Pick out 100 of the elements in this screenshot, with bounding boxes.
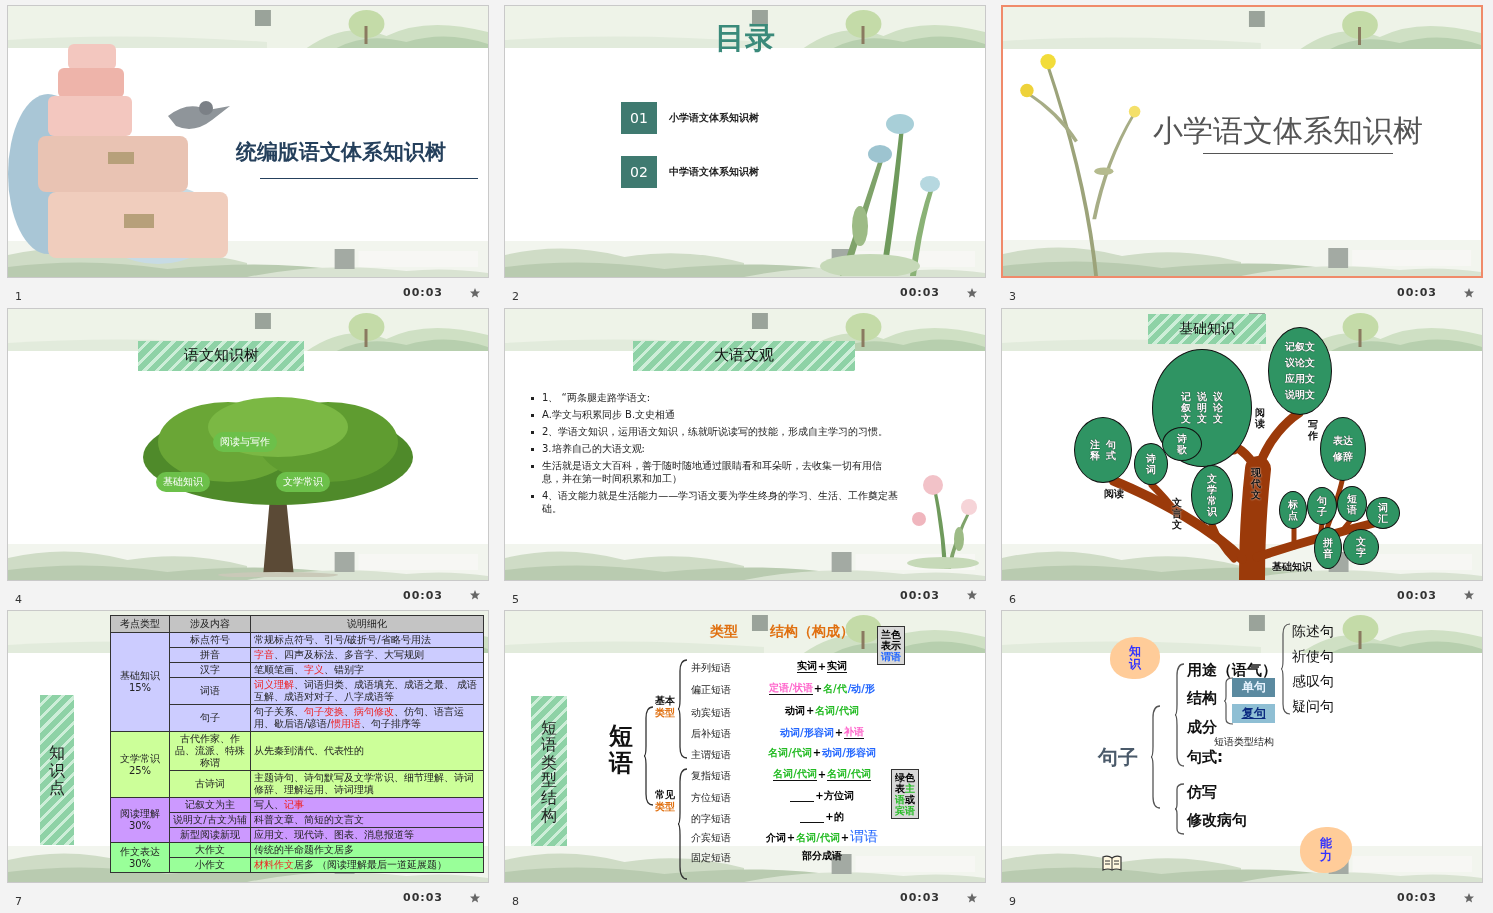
bullet-icon (531, 430, 534, 434)
star-icon[interactable] (469, 286, 481, 299)
structure-text: 动词/形容词 (822, 746, 876, 760)
structure-text: 名词/代词 (796, 831, 840, 845)
leaf-label: 记叙文 (1285, 339, 1315, 354)
contents-item: 小学语文体系知识树 (669, 111, 759, 125)
bullet-text: 2、学语文知识，运用语文知识，练就听说读写的技能，形成自主学习的习惯。 (542, 424, 889, 438)
branch-label: 用途（语气） (1187, 661, 1277, 681)
leaf-label: 说明文 (1197, 391, 1207, 425)
table-cell: 主题诗句、诗句默写及文学常识、细节理解、诗词修辞、理解运用、诗词理填 (250, 770, 484, 798)
phrase-type: 的字短语 (691, 812, 731, 827)
structure-text: + (805, 704, 815, 718)
structure-text: + (834, 726, 843, 740)
leaf-label: 词汇 (1378, 501, 1388, 524)
column-heading: 结构（构成） (770, 623, 854, 642)
leaf-label: 说明文 (1285, 387, 1315, 402)
slide-timing: 00:03 (1397, 286, 1437, 299)
slide-number: 2 (511, 289, 519, 303)
branch-label: 修改病句 (1187, 811, 1247, 831)
structure-text: 部分成语 (802, 849, 842, 863)
phrase-type: 介宾短语 (691, 831, 731, 846)
note-text: 短语类型结构 (1214, 735, 1274, 749)
slide-timing: 00:03 (900, 286, 940, 299)
table-cell: 古代作家、作品、流派、特殊称谓 (169, 731, 251, 771)
structure-text: 名词/代词 (768, 746, 812, 760)
thought-cloud: 知识 (1110, 637, 1160, 680)
leaf-label: 应用文 (1285, 371, 1315, 386)
slide-thumbnail[interactable]: 语文知识树 阅读与写作 基础知识 文学常识 (7, 307, 489, 581)
leaf-label: 诗词 (1146, 452, 1156, 475)
phrase-type: 后补短语 (691, 727, 731, 742)
slide-timing: 00:03 (1397, 891, 1437, 905)
star-icon[interactable] (966, 286, 978, 299)
structure-text: 实词 (827, 659, 848, 674)
bullet-text: 1、 “两条腿走路学语文: (542, 390, 651, 404)
structure-text: /动/形 (847, 682, 875, 696)
slide-number: 3 (1008, 289, 1016, 303)
slide-title: 统编版语文体系知识树 (236, 139, 446, 166)
bullet-icon (531, 447, 534, 451)
slide-number: 1 (14, 289, 22, 303)
sentence-type: 陈述句 (1292, 623, 1334, 642)
leaf-label: 文字 (1356, 535, 1366, 558)
structure-text: 名词/代词 (827, 767, 871, 782)
structure-text: +方位词 (815, 789, 854, 803)
star-icon[interactable] (1463, 589, 1475, 602)
sentence-type: 祈使句 (1292, 648, 1334, 667)
structure-text: 名词/代词 (815, 704, 859, 718)
table-cell: 词语 (169, 677, 251, 705)
structure-text: + (817, 768, 827, 782)
curly-brace (1174, 783, 1186, 836)
branch-label: 写作 (1308, 418, 1318, 441)
slide-timing: 00:03 (403, 286, 443, 299)
branch-label: 文言文 (1172, 496, 1182, 530)
thought-cloud: 能力 (1300, 827, 1352, 874)
group-label: 常见 (655, 789, 675, 801)
phrase-type: 方位短语 (691, 791, 731, 806)
structure-text: + (812, 746, 822, 760)
structure-text: 谓语 (850, 829, 879, 845)
group-label: 类型 (655, 707, 675, 720)
star-icon[interactable] (469, 891, 481, 904)
branch-label: 结构 (1187, 689, 1217, 709)
slide-number: 4 (14, 591, 22, 606)
star-icon[interactable] (966, 589, 978, 602)
structure-text: 动词/形容词 (779, 726, 834, 740)
slide-timing: 00:03 (900, 588, 940, 602)
branch-label: 阅读 (1104, 486, 1124, 501)
slide-thumbnail[interactable]: 知识 能力 句子 用途（语气） 结构 单句 复句 成分 短语类型结构 句式: 仿写 修改病句 陈述句 祈使句 感叹句 疑问句 (1001, 610, 1483, 884)
slide-title: 目录 (715, 19, 775, 57)
slide-thumbnail[interactable] (7, 610, 489, 884)
slide-thumbnail[interactable]: 基础知识 记叙文 说明文 议论文 记叙文 议论文 应用文 说明文 注释 句式 诗词 诗歌 文学常识 表达 修辞 标点 句子 短语 词汇 拼音 文字 阅读 写作 阅读 文言文 现代文 基础知识 (1001, 307, 1483, 581)
slide-title: 语文知识树 (138, 340, 304, 371)
structure-text: +的 (825, 810, 844, 824)
leaf-label: 议论文 (1213, 391, 1223, 425)
structure-text: 补语 (844, 725, 864, 740)
bullet-icon (531, 396, 534, 400)
contents-item: 中学语文体系知识树 (669, 165, 759, 179)
callout: 兰色表示 谓语 (877, 626, 905, 666)
slide-thumbnail[interactable]: 短语类型结构 短语 类型 结构（构成） 基本 类型 并列短语 实词+实词 偏正短语 定语/状语+名/代/动/形 动宾短语 动词+名词/代词 后补短语 动词/形容词+补语 主谓短语 名词/代词+动词/形容词 常见 类型 复指短语 名词/代词+名词/代词 方位短语 +方位词 的字短语 +的 介宾短语 介词+名词/代词+谓语 固定短语 部分成语 兰色表示 谓语 绿色表主语或 宾语 (504, 610, 986, 884)
branch-label: 阅读 (1255, 406, 1265, 429)
leaf-label: 句式 (1106, 438, 1116, 461)
star-icon[interactable] (469, 589, 481, 602)
slide-timing: 00:03 (900, 891, 940, 905)
link[interactable]: 复句 (1232, 704, 1275, 724)
bullet-icon (531, 494, 534, 498)
bullet-text: 3.培养自己的大语文观: (542, 441, 645, 455)
table-cell: 句子 (169, 704, 251, 732)
leaf-label: 表达 (1333, 433, 1353, 448)
structure-text: 实词 (796, 659, 817, 674)
star-icon[interactable] (966, 891, 978, 904)
sentence-box: 单句 (1232, 678, 1275, 698)
branch-label: 仿写 (1187, 783, 1217, 803)
slide-number: 8 (511, 894, 519, 909)
branch-label: 成分 (1187, 718, 1217, 737)
star-icon[interactable] (1463, 286, 1475, 299)
structure-text: + (840, 831, 850, 845)
star-icon[interactable] (1463, 891, 1475, 904)
main-label: 句子 (1098, 744, 1138, 772)
column-header: 考点类型 (110, 615, 170, 633)
phrase-type: 固定短语 (691, 851, 731, 866)
phrase-type: 动宾短语 (691, 706, 731, 721)
phrase-type: 偏正短语 (691, 683, 731, 698)
